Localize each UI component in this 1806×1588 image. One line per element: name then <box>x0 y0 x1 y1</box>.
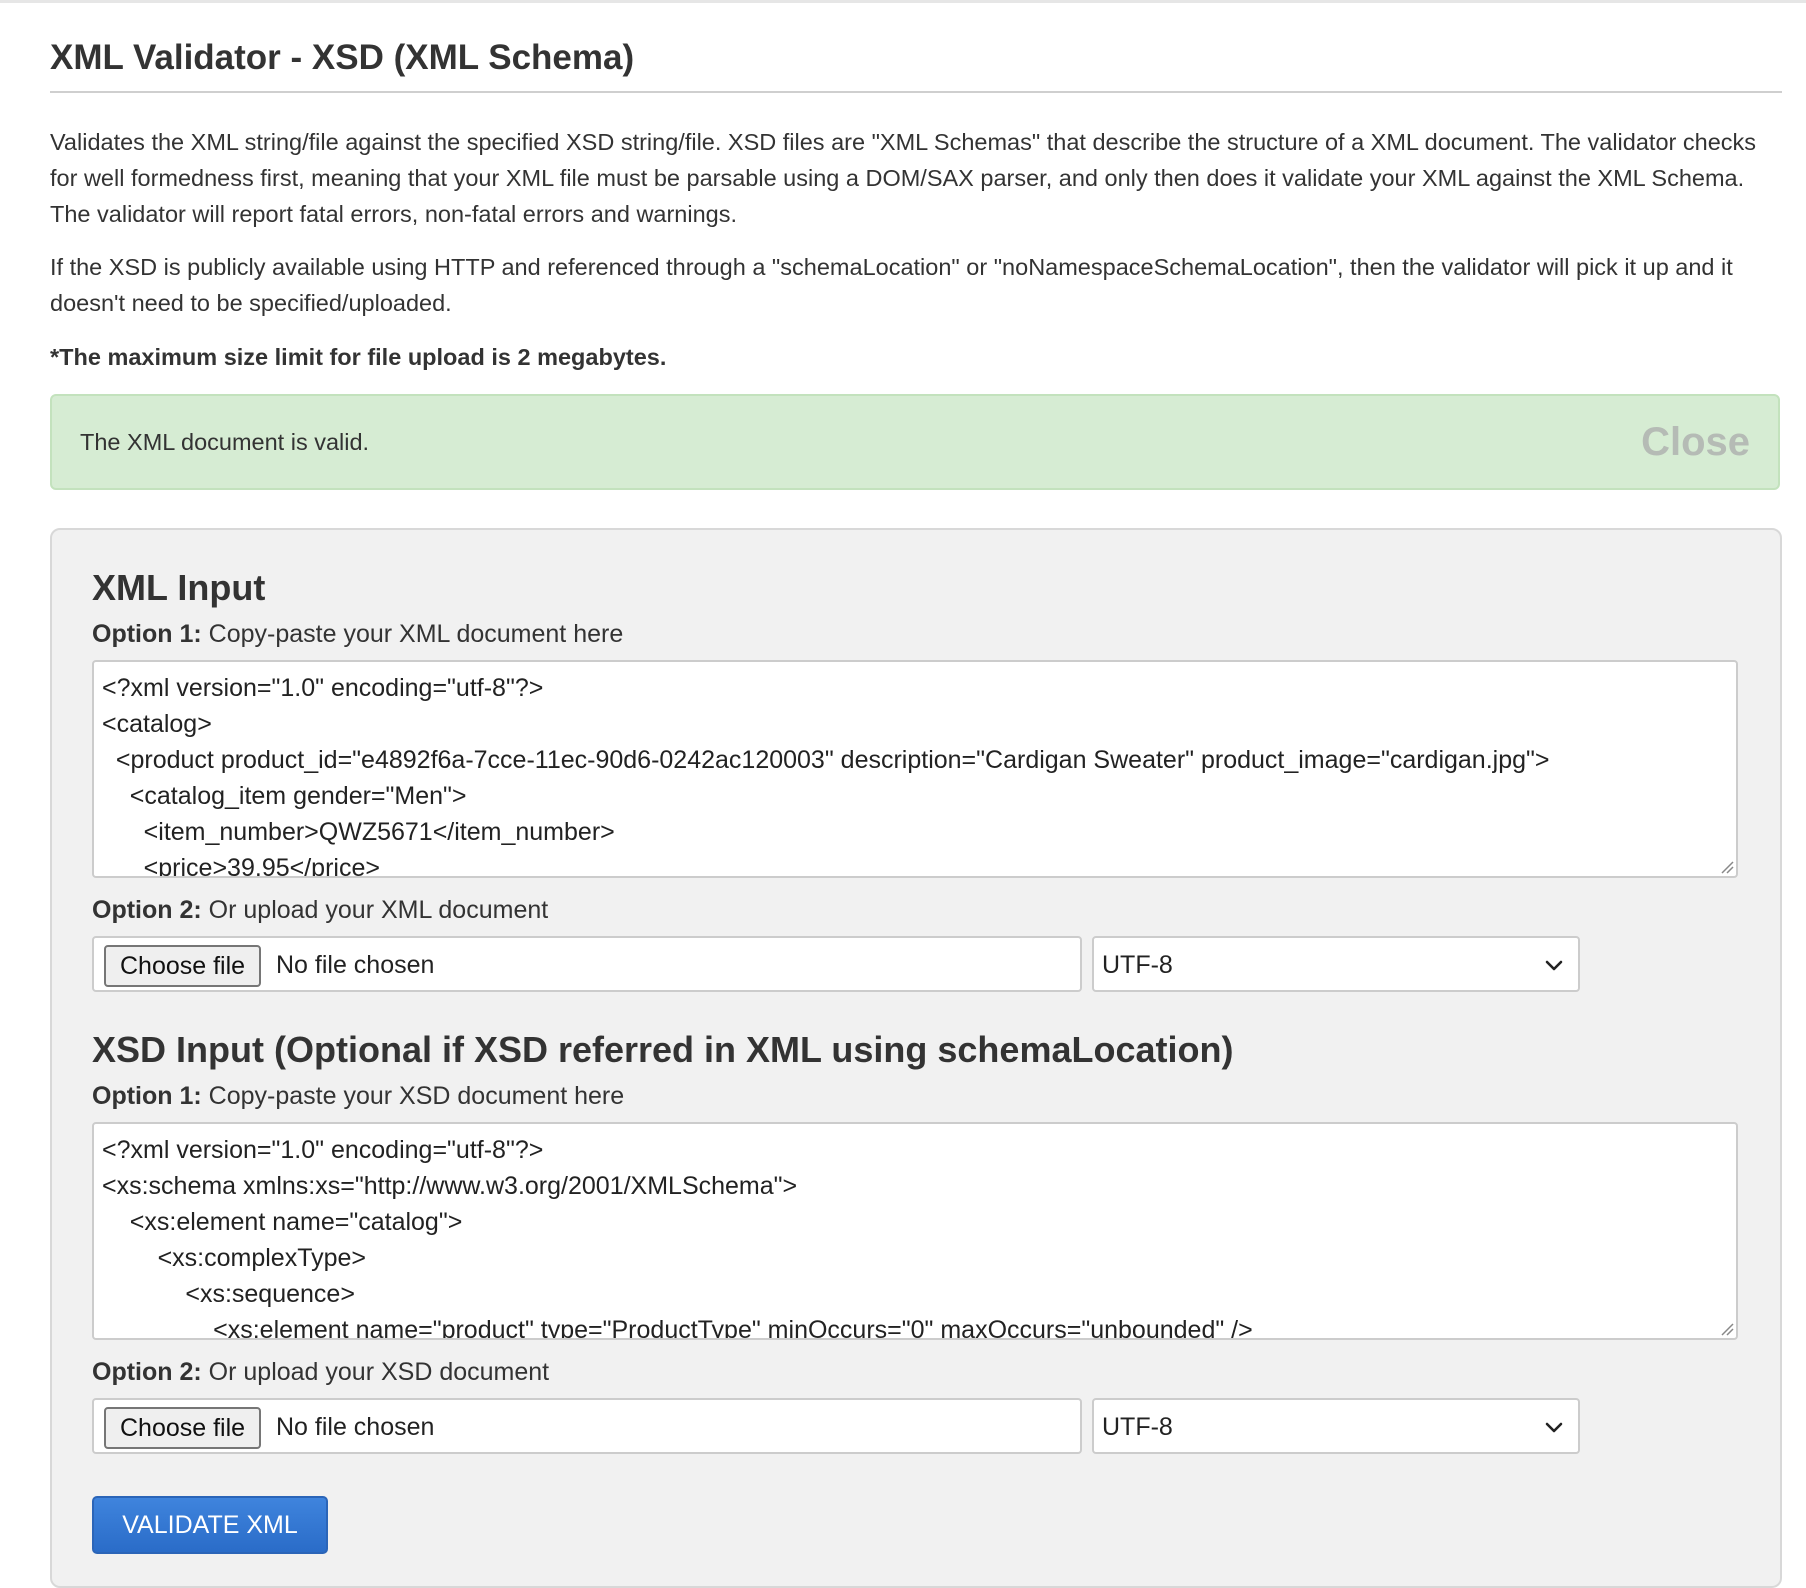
xml-option1-label: Option 1: Copy-paste your XML document h… <box>92 618 623 650</box>
page-title: XML Validator - XSD (XML Schema) <box>50 38 635 77</box>
xsd-option1-label: Option 1: Copy-paste your XSD document h… <box>92 1080 624 1112</box>
xml-input-textarea[interactable]: <?xml version="1.0" encoding="utf-8"?> <… <box>92 660 1738 878</box>
xml-code-line: <?xml version="1.0" encoding="utf-8"?> <box>102 674 544 702</box>
top-border <box>0 0 1806 3</box>
xml-choose-file-button[interactable]: Choose file <box>104 945 262 987</box>
xsd-code-line: <?xml version="1.0" encoding="utf-8"?> <box>102 1136 544 1164</box>
xml-code-line: <product product_id="e4892f6a-7cce-11ec-… <box>102 746 1550 774</box>
description-paragraph-2: If the XSD is publicly available using H… <box>50 254 1733 316</box>
xml-option1-text: Copy-paste your XML document here <box>201 620 624 648</box>
xsd-option2-text: Or upload your XSD document <box>201 1358 550 1386</box>
xml-code-line: <catalog> <box>102 710 212 738</box>
resize-grip-icon[interactable] <box>1720 860 1734 874</box>
xsd-option1-text: Copy-paste your XSD document here <box>201 1082 625 1110</box>
xsd-encoding-value: UTF-8 <box>1102 1413 1173 1441</box>
chevron-down-icon <box>1545 960 1563 971</box>
xsd-code-line: <xs:sequence> <box>102 1280 355 1308</box>
xml-code-line: <catalog_item gender="Men"> <box>102 782 467 810</box>
xsd-no-file-text: No file chosen <box>276 1413 435 1441</box>
xsd-input-textarea[interactable]: <?xml version="1.0" encoding="utf-8"?> <… <box>92 1122 1738 1340</box>
title-divider <box>50 91 1782 93</box>
xml-code-line: <item_number>QWZ5671</item_number> <box>102 818 615 846</box>
xsd-code-line: <xs:schema xmlns:xs="http://www.w3.org/2… <box>102 1172 798 1200</box>
xml-input-heading: XML Input <box>92 567 266 608</box>
resize-grip-icon[interactable] <box>1720 1322 1734 1336</box>
description-paragraph-1: Validates the XML string/file against th… <box>50 129 1757 227</box>
xsd-code-line: <xs:element name="catalog"> <box>102 1208 463 1236</box>
xsd-option2-label: Option 2: Or upload your XSD document <box>92 1356 549 1388</box>
xsd-input-heading: XSD Input (Optional if XSD referred in X… <box>92 1029 1234 1070</box>
validator-form-panel: XML Input Option 1: Copy-paste your XML … <box>50 528 1782 1588</box>
xml-option2-text: Or upload your XML document <box>201 896 549 924</box>
xsd-choose-file-button[interactable]: Choose file <box>104 1407 262 1449</box>
chevron-down-icon <box>1545 1422 1563 1433</box>
xsd-encoding-select[interactable]: UTF-8 <box>1092 1398 1580 1454</box>
validate-xml-button[interactable]: VALIDATE XML <box>92 1496 328 1554</box>
xml-encoding-value: UTF-8 <box>1102 951 1173 979</box>
xml-no-file-text: No file chosen <box>276 951 435 979</box>
xsd-option2-bold: Option 2: <box>92 1358 202 1386</box>
xsd-code-line: <xs:element name="product" type="Product… <box>102 1316 1253 1340</box>
xsd-code-line: <xs:complexType> <box>102 1244 367 1272</box>
xml-file-input[interactable]: Choose file No file chosen <box>92 936 1082 992</box>
xsd-file-input[interactable]: Choose file No file chosen <box>92 1398 1082 1454</box>
xsd-option1-bold: Option 1: <box>92 1082 202 1110</box>
size-limit-note: *The maximum size limit for file upload … <box>50 344 667 370</box>
xml-option2-label: Option 2: Or upload your XML document <box>92 894 548 926</box>
alert-close-button[interactable]: Close <box>1641 420 1750 464</box>
success-alert: The XML document is valid. Close <box>50 394 1780 490</box>
xml-encoding-select[interactable]: UTF-8 <box>1092 936 1580 992</box>
xml-code-line: <price>39.95</price> <box>102 854 380 878</box>
xml-option2-bold: Option 2: <box>92 896 202 924</box>
alert-message: The XML document is valid. <box>80 429 370 455</box>
xml-option1-bold: Option 1: <box>92 620 202 648</box>
